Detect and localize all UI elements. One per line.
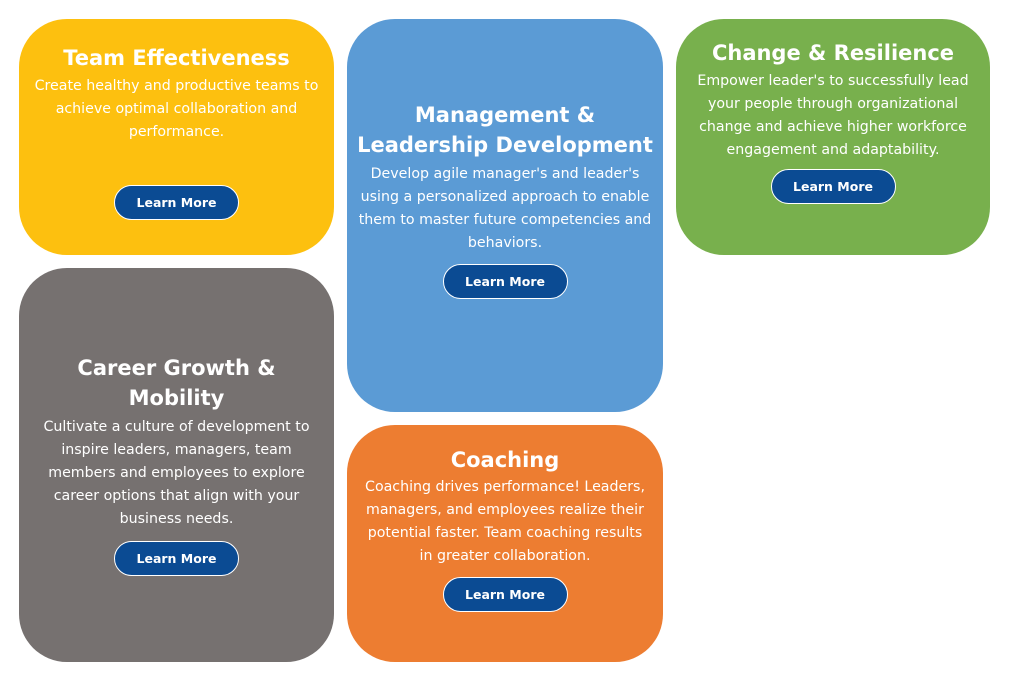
card-description: Create healthy and productive teams to a… [34,77,319,140]
learn-more-button[interactable]: Learn More [442,576,568,612]
card-title: Change & Resilience [711,41,955,65]
card-change-resilience: Change & Resilience Empower leader's to … [676,19,990,255]
card-management-leadership-development: Management & Leadership Development Deve… [347,19,663,412]
card-career-growth-mobility: Career Growth & Mobility Cultivate a cul… [19,268,334,662]
card-title: Team Effectiveness [63,46,290,70]
learn-more-button[interactable]: Learn More [442,264,568,299]
card-title: Career Growth & Mobility [77,356,276,410]
card-description: Coaching drives performance! Leaders, ma… [365,478,645,564]
card-description: Develop agile manager's and leader's usi… [358,166,652,251]
card-team-effectiveness: Team Effectiveness Create healthy and pr… [19,19,334,255]
learn-more-button[interactable]: Learn More [770,168,896,204]
learn-more-button[interactable]: Learn More [114,541,239,576]
card-coaching: Coaching Coaching drives performance! Le… [347,425,663,662]
card-title: Coaching [450,448,560,472]
card-description: Empower leader's to successfully lead yo… [697,72,969,158]
card-title: Management & Leadership Development [357,103,653,157]
learn-more-button[interactable]: Learn More [114,184,239,220]
card-description: Cultivate a culture of development to in… [43,419,310,527]
